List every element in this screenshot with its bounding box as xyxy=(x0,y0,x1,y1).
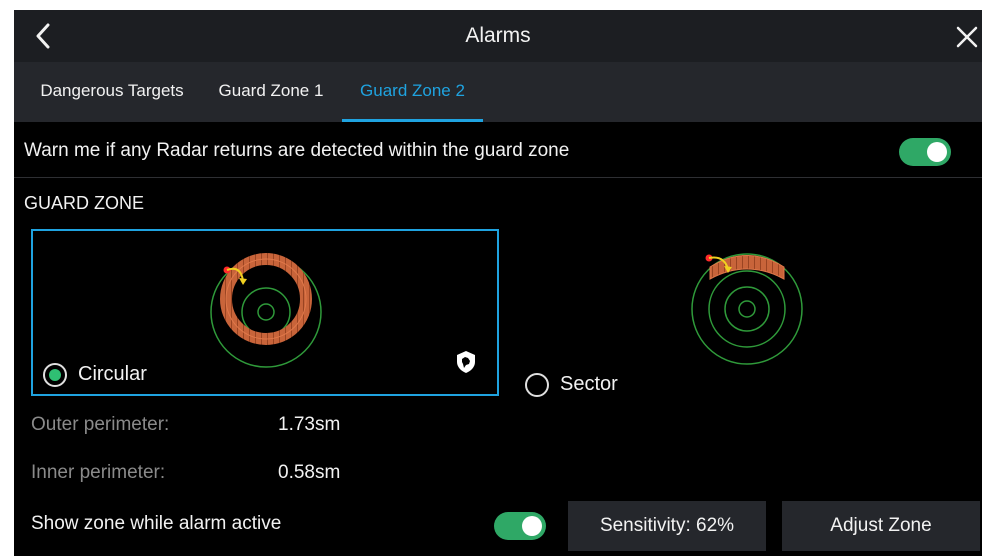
circular-label: Circular xyxy=(78,363,147,385)
outer-perimeter-label: Outer perimeter: xyxy=(31,414,170,435)
circular-radio[interactable] xyxy=(43,363,67,387)
alarms-screen: Alarms Dangerous Targets Guard Zone 1 Gu… xyxy=(14,10,982,556)
tab-dangerous-targets[interactable]: Dangerous Targets xyxy=(22,62,202,122)
sector-radio[interactable] xyxy=(525,373,549,397)
toggle-knob xyxy=(927,142,947,162)
show-zone-toggle[interactable] xyxy=(494,512,546,540)
show-zone-label: Show zone while alarm active xyxy=(31,513,282,534)
close-icon xyxy=(956,26,978,48)
warn-setting-row: Warn me if any Radar returns are detecte… xyxy=(14,124,982,178)
sensitivity-button[interactable]: Sensitivity: 62% xyxy=(568,501,766,551)
outer-perimeter-value: 1.73sm xyxy=(278,414,341,435)
circular-zone-option[interactable]: Circular xyxy=(31,229,499,396)
guard-zone-section-title: GUARD ZONE xyxy=(24,193,145,213)
title-bar: Alarms xyxy=(14,10,982,62)
toggle-knob xyxy=(522,516,542,536)
tab-bar: Dangerous Targets Guard Zone 1 Guard Zon… xyxy=(14,62,982,122)
sector-zone-graphic xyxy=(691,253,803,365)
adjust-zone-button[interactable]: Adjust Zone xyxy=(782,501,980,551)
warn-label: Warn me if any Radar returns are detecte… xyxy=(24,140,570,161)
close-button[interactable] xyxy=(952,22,982,52)
sector-zone-option[interactable]: Sector xyxy=(514,229,814,397)
sector-label: Sector xyxy=(560,373,618,395)
inner-perimeter-label: Inner perimeter: xyxy=(31,462,166,483)
warn-toggle[interactable] xyxy=(899,138,951,166)
tab-guard-zone-1[interactable]: Guard Zone 1 xyxy=(204,62,338,122)
inner-perimeter-value: 0.58sm xyxy=(278,462,341,483)
guard-dog-icon xyxy=(457,351,475,373)
tab-guard-zone-2[interactable]: Guard Zone 2 xyxy=(342,62,483,122)
page-title: Alarms xyxy=(465,24,531,47)
circular-zone-graphic xyxy=(210,253,322,368)
